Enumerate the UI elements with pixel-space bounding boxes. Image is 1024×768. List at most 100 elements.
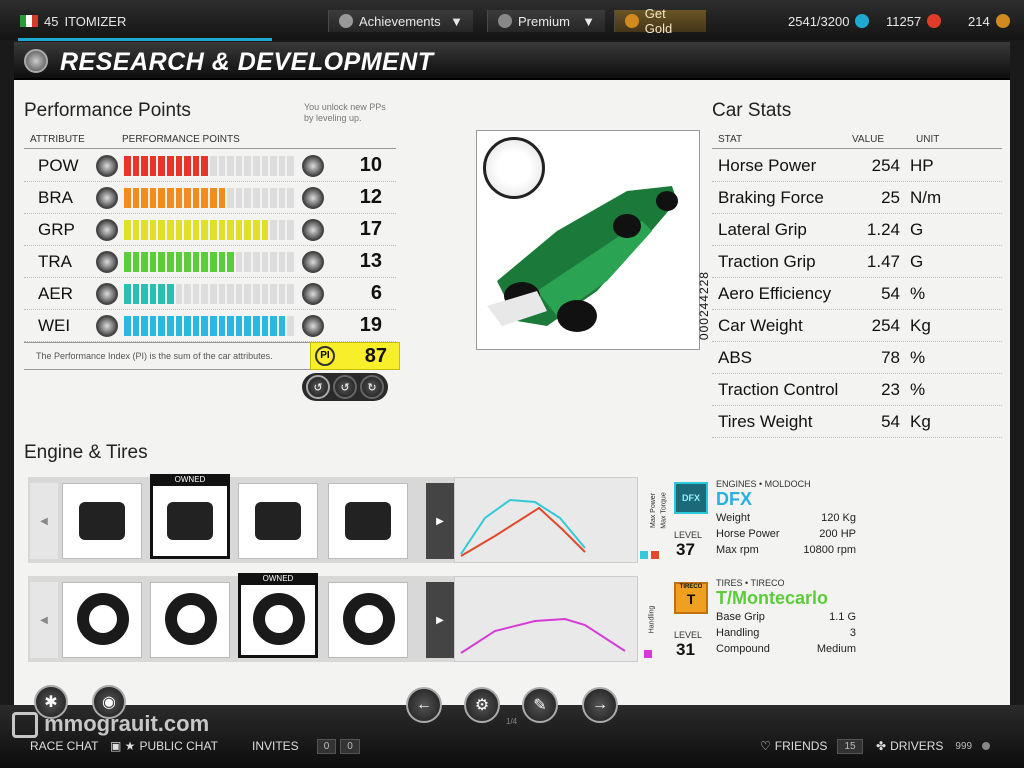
pp-value: 12 — [359, 186, 382, 208]
pp-value: 17 — [359, 218, 382, 240]
pp-bar-segment — [132, 188, 140, 208]
pp-bar-segment — [175, 252, 183, 272]
pp-bar-segment — [244, 156, 251, 176]
achievements-button[interactable]: Achievements ▼ — [328, 10, 473, 32]
invites-tab[interactable]: INVITES 0 0 — [252, 735, 360, 757]
tires-legend: Handling — [640, 576, 664, 662]
forward-button[interactable]: → — [582, 687, 618, 723]
spec-value: 120 Kg — [821, 512, 856, 524]
engine-badge: DFX — [674, 482, 708, 514]
race-chat-tab[interactable]: RACE CHAT — [30, 735, 98, 757]
drivers-tab[interactable]: ✤ DRIVERS 999 — [876, 735, 991, 757]
pp-row-grp: GRP 17 — [24, 214, 396, 246]
torque-swatch-icon — [651, 551, 659, 559]
tires-prev-button[interactable]: ◀ — [30, 582, 58, 658]
tuning-button[interactable]: ⚙ — [464, 687, 500, 723]
plus-icon[interactable] — [302, 251, 324, 273]
back-button[interactable]: ← — [406, 687, 442, 723]
minus-icon[interactable] — [96, 315, 118, 337]
research-points: 2541/3200 — [788, 10, 870, 32]
spec-row: Handling 3 — [716, 627, 856, 643]
pp-bar-segment — [278, 220, 286, 240]
pp-bar — [124, 284, 294, 304]
car-stat-row: Aero Efficiency 54% — [712, 278, 1002, 310]
pp-bar-segment — [166, 188, 174, 208]
heart-icon: ♡ — [760, 739, 771, 753]
trophy-icon — [339, 14, 353, 28]
engine-thumb-4[interactable] — [328, 483, 408, 559]
engine-thumb-3[interactable] — [238, 483, 318, 559]
pp-bar — [124, 156, 294, 176]
car-stat-value: 23 — [881, 380, 900, 399]
public-chat-tab[interactable]: ▣ ★ PUBLIC CHAT — [110, 735, 218, 757]
pp-bar-segment — [184, 252, 191, 272]
reset-button[interactable]: ↺ — [306, 375, 330, 399]
pi-label: PI — [315, 346, 335, 366]
main-panel: Performance Points You unlock new PPs by… — [14, 80, 1010, 705]
pp-bar-segment — [287, 252, 294, 272]
tire-thumb-3[interactable]: OWNED — [238, 573, 318, 658]
car-stat-value: 54 — [881, 412, 900, 431]
player-info[interactable]: 45 ITOMIZER — [20, 10, 126, 32]
pp-bar-segment — [287, 284, 294, 304]
spec-label: Compound — [716, 643, 770, 655]
pp-value: 6 — [370, 282, 382, 304]
coin-balance: 214 — [968, 10, 1010, 32]
italy-flag-icon — [20, 15, 38, 27]
paint-button[interactable]: ✎ — [522, 687, 558, 723]
pp-bar-segment — [192, 252, 200, 272]
engine-icon — [345, 502, 391, 540]
car-stat-name: Aero Efficiency — [718, 284, 832, 303]
plus-icon[interactable] — [302, 315, 324, 337]
car-stat-name: Braking Force — [718, 188, 824, 207]
tire-icon — [343, 593, 395, 645]
pp-attr: TRA — [38, 252, 72, 271]
pp-bar-segment — [261, 316, 269, 336]
pp-bar-segment — [124, 188, 131, 208]
premium-label: Premium — [518, 13, 571, 29]
spec-label: Max rpm — [716, 544, 759, 556]
tires-strip: ◀ OWNED ▶ — [28, 573, 456, 662]
car-stats-title: Car Stats — [712, 100, 792, 121]
pp-bar-segment — [192, 188, 200, 208]
menu-icon[interactable] — [24, 49, 48, 73]
redo-button[interactable]: ↻ — [360, 375, 384, 399]
pp-bar-segment — [201, 188, 208, 208]
minus-icon[interactable] — [96, 283, 118, 305]
pp-bar-segment — [184, 220, 191, 240]
pp-bar-segment — [244, 188, 251, 208]
engine-next-button[interactable]: ▶ — [426, 483, 454, 559]
premium-button[interactable]: Premium ▼ — [487, 10, 605, 32]
spec-value: 3 — [849, 627, 856, 639]
pp-bar-segment — [201, 156, 208, 176]
tires-next-button[interactable]: ▶ — [426, 582, 454, 658]
friends-tab[interactable]: ♡ FRIENDS 15 — [760, 735, 863, 757]
pp-bar — [124, 252, 294, 272]
pp-bar-segment — [235, 284, 243, 304]
car-stat-unit: HP — [910, 156, 934, 175]
car-serial: 000244228 — [697, 271, 711, 341]
minus-icon[interactable] — [96, 251, 118, 273]
pp-bar-segment — [158, 220, 165, 240]
engine-prev-button[interactable]: ◀ — [30, 483, 58, 559]
pp-actions: ↺ ↺ ↻ — [302, 373, 388, 401]
tire-thumb-1[interactable] — [62, 582, 142, 658]
car-stat-value: 25 — [881, 188, 900, 207]
undo-button[interactable]: ↺ — [333, 375, 357, 399]
tire-thumb-4[interactable] — [328, 582, 408, 658]
plus-icon[interactable] — [302, 187, 324, 209]
car-stat-name: Lateral Grip — [718, 220, 807, 239]
pp-bar-segment — [278, 156, 286, 176]
pp-bar-segment — [132, 316, 140, 336]
minus-icon[interactable] — [96, 219, 118, 241]
gold-balance-value: 11257 — [886, 13, 922, 29]
plus-icon[interactable] — [302, 283, 324, 305]
plus-icon[interactable] — [302, 219, 324, 241]
engine-thumb-1[interactable] — [62, 483, 142, 559]
plus-icon[interactable] — [302, 155, 324, 177]
engine-thumb-2[interactable]: OWNED — [150, 474, 230, 559]
minus-icon[interactable] — [96, 187, 118, 209]
tire-thumb-2[interactable] — [150, 582, 230, 658]
get-gold-button[interactable]: Get Gold — [614, 6, 706, 36]
minus-icon[interactable] — [96, 155, 118, 177]
